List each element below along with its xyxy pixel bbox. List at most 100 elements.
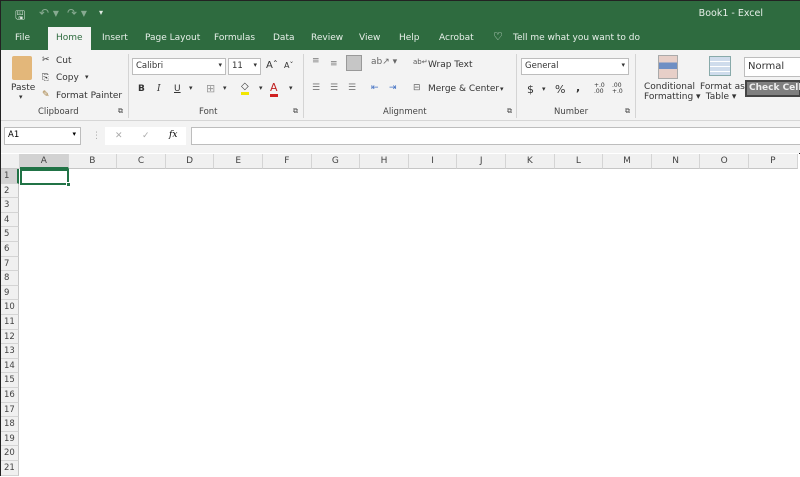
increase-indent-icon[interactable]: ⇥ bbox=[389, 83, 397, 93]
merge-center-button[interactable]: Merge & Center bbox=[428, 84, 499, 94]
currency-button[interactable]: $ bbox=[527, 83, 534, 96]
clipboard-launcher-icon[interactable]: ⧉ bbox=[118, 107, 123, 116]
align-left-icon[interactable]: ☰ bbox=[312, 83, 320, 93]
column-header[interactable]: I bbox=[408, 154, 458, 169]
font-color-icon[interactable]: A bbox=[270, 81, 278, 97]
cut-button[interactable]: Cut bbox=[56, 56, 72, 66]
italic-button[interactable]: I bbox=[157, 84, 161, 94]
style-check-cell[interactable]: Check Cell bbox=[745, 80, 800, 97]
font-size-select[interactable]: 11 ▾ bbox=[228, 58, 261, 75]
tab-insert[interactable]: Insert bbox=[102, 33, 128, 43]
column-header[interactable]: A bbox=[20, 154, 69, 169]
alignment-launcher-icon[interactable]: ⧉ bbox=[507, 107, 512, 116]
column-header[interactable]: E bbox=[214, 154, 263, 169]
currency-dropdown-icon[interactable]: ▾ bbox=[542, 85, 546, 93]
column-header[interactable]: C bbox=[117, 154, 166, 169]
row-header[interactable]: 15 bbox=[1, 373, 19, 388]
merge-dropdown-icon[interactable]: ▾ bbox=[500, 85, 504, 93]
undo-icon[interactable]: ↶ ▾ bbox=[39, 6, 59, 20]
name-box[interactable]: A1 ▾ bbox=[4, 127, 81, 145]
percent-button[interactable]: % bbox=[555, 83, 565, 96]
fill-handle[interactable] bbox=[65, 181, 71, 187]
fill-color-icon[interactable]: ◇ bbox=[241, 81, 249, 95]
row-header[interactable]: 8 bbox=[1, 271, 19, 286]
underline-dropdown-icon[interactable]: ▾ bbox=[189, 84, 193, 92]
tab-review[interactable]: Review bbox=[311, 33, 343, 43]
enter-icon[interactable]: ✓ bbox=[142, 131, 150, 141]
conditional-formatting-button[interactable]: Conditional Formatting ▾ bbox=[644, 82, 701, 102]
tab-file[interactable]: File bbox=[15, 33, 30, 43]
paste-button[interactable]: Paste bbox=[11, 83, 35, 93]
worksheet-grid[interactable]: A B C D E F G H I J K L M N O P 1 2 3 4 5 6 7 8 9 10 11 12 13 14 15 16 1… bbox=[1, 154, 800, 477]
decrease-indent-icon[interactable]: ⇤ bbox=[371, 83, 379, 93]
column-header[interactable]: M bbox=[603, 154, 652, 169]
fill-dropdown-icon[interactable]: ▾ bbox=[259, 84, 263, 92]
row-header[interactable]: 13 bbox=[1, 344, 19, 359]
decrease-decimal-button[interactable]: .00 +.0 bbox=[612, 83, 624, 95]
row-header[interactable]: 20 bbox=[1, 446, 19, 461]
row-header[interactable]: 10 bbox=[1, 300, 19, 315]
increase-decimal-button[interactable]: +.0 .00 bbox=[594, 83, 606, 95]
tab-acrobat[interactable]: Acrobat bbox=[439, 33, 474, 43]
row-header[interactable]: 6 bbox=[1, 242, 19, 257]
formula-input[interactable] bbox=[191, 127, 800, 145]
orientation-icon[interactable]: ab↗ ▾ bbox=[371, 57, 397, 67]
underline-button[interactable]: U bbox=[174, 84, 181, 94]
column-header[interactable]: B bbox=[68, 154, 118, 169]
column-header[interactable]: G bbox=[311, 154, 361, 169]
column-header[interactable]: J bbox=[457, 154, 506, 169]
row-header[interactable]: 3 bbox=[1, 198, 19, 213]
row-header[interactable]: 21 bbox=[1, 461, 19, 476]
number-launcher-icon[interactable]: ⧉ bbox=[625, 107, 630, 116]
column-header[interactable]: P bbox=[749, 154, 798, 169]
customize-qat-icon[interactable]: ▾ bbox=[99, 8, 103, 17]
align-right-icon[interactable]: ☰ bbox=[348, 83, 356, 93]
paste-icon[interactable] bbox=[12, 56, 32, 80]
copy-dropdown-icon[interactable]: ▾ bbox=[85, 73, 89, 81]
column-header[interactable]: D bbox=[165, 154, 215, 169]
tell-me-search[interactable]: Tell me what you want to do bbox=[513, 33, 640, 43]
font-color-dropdown-icon[interactable]: ▾ bbox=[289, 84, 293, 92]
row-header[interactable]: 11 bbox=[1, 315, 19, 330]
bottom-align-icon[interactable] bbox=[346, 55, 362, 71]
tab-formulas[interactable]: Formulas bbox=[214, 33, 255, 43]
column-header[interactable]: N bbox=[651, 154, 701, 169]
row-header[interactable]: 4 bbox=[1, 212, 19, 228]
tab-view[interactable]: View bbox=[359, 33, 380, 43]
borders-dropdown-icon[interactable]: ▾ bbox=[223, 84, 227, 92]
row-header[interactable]: 12 bbox=[1, 329, 19, 345]
style-normal[interactable]: Normal bbox=[744, 57, 800, 77]
selected-cell-a1[interactable] bbox=[20, 169, 71, 187]
redo-icon[interactable]: ↷ ▾ bbox=[67, 6, 87, 20]
select-all-button[interactable] bbox=[1, 154, 20, 169]
row-header[interactable]: 9 bbox=[1, 285, 19, 301]
row-header[interactable]: 5 bbox=[1, 227, 19, 242]
number-format-select[interactable]: General ▾ bbox=[521, 58, 629, 75]
column-header[interactable]: O bbox=[700, 154, 749, 169]
column-header[interactable]: F bbox=[263, 154, 312, 169]
top-align-icon[interactable]: ≡ bbox=[312, 56, 320, 66]
row-header[interactable]: 16 bbox=[1, 388, 19, 403]
row-header[interactable]: 17 bbox=[1, 402, 19, 418]
paste-dropdown-icon[interactable]: ▾ bbox=[19, 93, 23, 101]
cancel-icon[interactable]: ✕ bbox=[115, 131, 123, 141]
row-header[interactable]: 1 bbox=[1, 169, 19, 184]
insert-function-icon[interactable]: fx bbox=[169, 130, 177, 140]
save-icon[interactable]: 🖫 bbox=[15, 6, 25, 27]
column-header[interactable]: H bbox=[360, 154, 409, 169]
middle-align-icon[interactable]: ≡ bbox=[330, 59, 338, 69]
decrease-font-icon[interactable]: Aˇ bbox=[284, 61, 293, 70]
bold-button[interactable]: B bbox=[138, 84, 145, 94]
format-as-table-button[interactable]: Format as Table ▾ bbox=[700, 82, 745, 102]
tab-help[interactable]: Help bbox=[399, 33, 420, 43]
font-launcher-icon[interactable]: ⧉ bbox=[293, 107, 298, 116]
row-header[interactable]: 2 bbox=[1, 183, 19, 199]
increase-font-icon[interactable]: Aˆ bbox=[266, 60, 278, 71]
row-header[interactable]: 18 bbox=[1, 417, 19, 432]
format-painter-button[interactable]: Format Painter bbox=[56, 91, 122, 101]
copy-button[interactable]: Copy bbox=[56, 73, 79, 83]
comma-button[interactable]: , bbox=[576, 81, 580, 94]
tab-data[interactable]: Data bbox=[273, 33, 295, 43]
tab-home[interactable]: Home bbox=[48, 27, 91, 50]
borders-icon[interactable]: ⊞ bbox=[206, 82, 215, 95]
